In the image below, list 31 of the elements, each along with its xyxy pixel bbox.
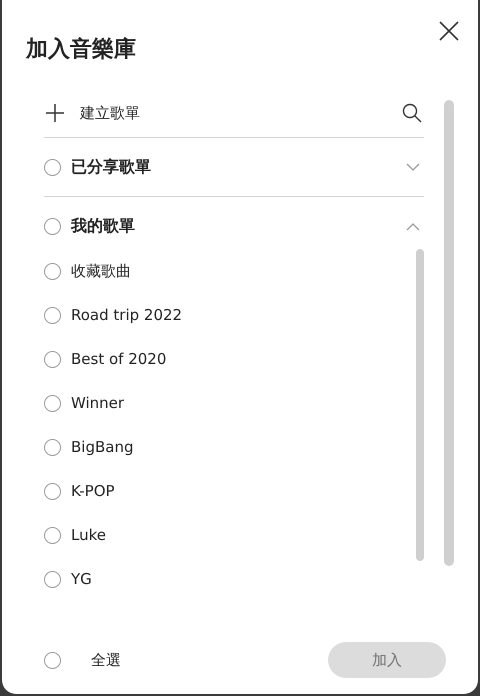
close-button[interactable] <box>438 20 460 42</box>
select-all-label[interactable]: 全選 <box>91 650 328 670</box>
radio-button[interactable] <box>44 350 61 368</box>
radio-button[interactable] <box>44 158 61 176</box>
chevron-down-icon[interactable] <box>406 162 420 172</box>
section-label[interactable]: 我的歌單 <box>71 216 406 236</box>
radio-button[interactable] <box>44 262 61 280</box>
radio-button[interactable] <box>44 218 61 234</box>
chevron-up-icon[interactable] <box>406 222 420 230</box>
radio-button[interactable] <box>44 526 61 544</box>
scrollbar[interactable] <box>444 100 454 566</box>
playlist-label[interactable]: Luke <box>71 526 106 544</box>
playlist-label[interactable]: Best of 2020 <box>71 350 166 368</box>
create-playlist-link[interactable]: 建立歌單 <box>80 104 402 122</box>
dialog-title: 加入音樂庫 <box>26 36 136 64</box>
playlist-label[interactable]: Road trip 2022 <box>71 306 182 324</box>
radio-button[interactable] <box>44 394 61 412</box>
playlist-label[interactable]: 收藏歌曲 <box>71 262 131 280</box>
playlist-label[interactable]: Winner <box>71 394 124 412</box>
playlist-label[interactable]: K-POP <box>71 482 115 500</box>
radio-button[interactable] <box>44 438 61 456</box>
radio-button[interactable] <box>44 482 61 500</box>
section-label[interactable]: 已分享歌單 <box>71 156 406 178</box>
playlist-label[interactable]: YG <box>71 570 92 588</box>
radio-button[interactable] <box>44 570 61 588</box>
playlist-label[interactable]: BigBang <box>71 438 134 456</box>
plus-icon[interactable] <box>46 104 64 122</box>
search-icon[interactable] <box>402 103 422 123</box>
radio-button[interactable] <box>44 652 61 668</box>
radio-button[interactable] <box>44 306 61 324</box>
scrollbar[interactable] <box>416 249 424 561</box>
